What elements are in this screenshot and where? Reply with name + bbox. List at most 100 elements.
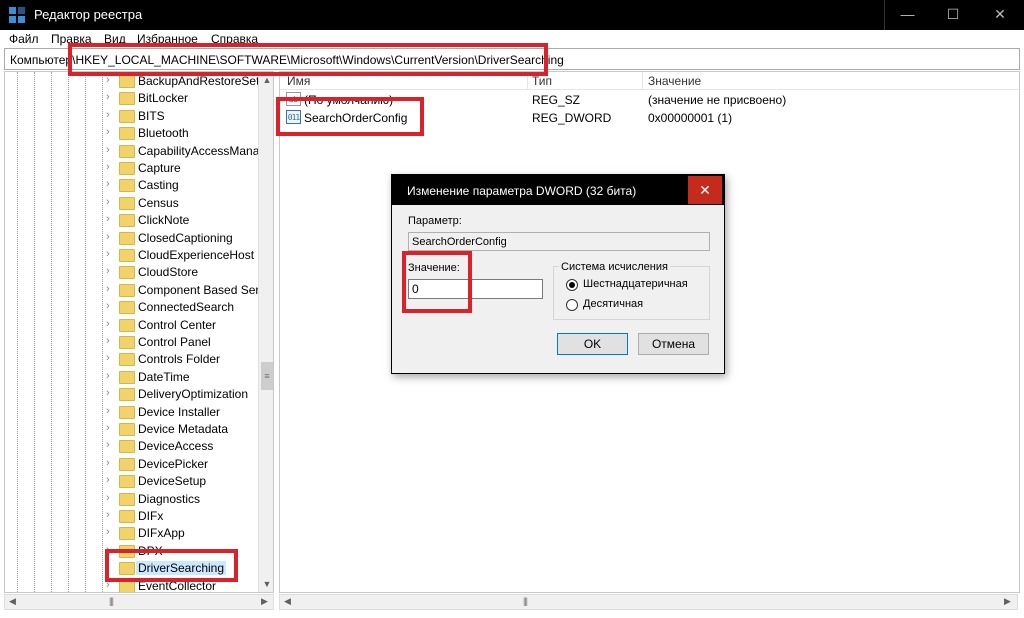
list-horizontal-scrollbar[interactable]: ◀ ||| ▶ (279, 594, 1018, 610)
maximize-button[interactable]: ☐ (930, 0, 976, 30)
tree-item[interactable]: › BitLocker (5, 90, 257, 107)
tree-horizontal-scrollbar[interactable]: ◀ ||| ▶ (4, 594, 274, 610)
tree-item[interactable]: › DateTime (5, 369, 257, 386)
tree-item[interactable]: › CloudStore (5, 264, 257, 281)
menu-edit[interactable]: Правка (51, 32, 92, 46)
tree-item[interactable]: › Control Panel (5, 334, 257, 351)
tree-item[interactable]: › BITS (5, 108, 257, 125)
address-path[interactable]: Компьютер\HKEY_LOCAL_MACHINE\SOFTWARE\Mi… (10, 53, 564, 67)
tree-item-label[interactable]: DriverSearching (136, 561, 227, 576)
radix-hex-label[interactable]: Шестнадцатеричная (583, 278, 688, 290)
chevron-right-icon[interactable]: › (106, 457, 110, 469)
column-name[interactable]: Имя (287, 74, 310, 88)
tree-item-label[interactable]: Control Panel (138, 335, 211, 349)
tree-item[interactable]: DriverSearching (5, 560, 257, 577)
tree-item-label[interactable]: Casting (138, 178, 179, 192)
tree-item[interactable]: › CloudExperienceHost (5, 247, 257, 264)
tree-item-label[interactable]: BitLocker (138, 91, 188, 105)
chevron-right-icon[interactable]: › (106, 335, 110, 347)
tree-item-label[interactable]: Capture (138, 161, 181, 175)
tree-item[interactable]: › Control Center (5, 317, 257, 334)
tree-item[interactable]: › DPX (5, 543, 257, 560)
chevron-right-icon[interactable]: › (106, 144, 110, 156)
tree-item[interactable]: › DevicePicker (5, 456, 257, 473)
tree-item-label[interactable]: CapabilityAccessManag (138, 144, 266, 158)
menu-view[interactable]: Вид (104, 32, 126, 46)
radix-dec-label[interactable]: Десятичная (583, 298, 643, 310)
tree-item[interactable]: › DIFx (5, 508, 257, 525)
tree-item-label[interactable]: DeliveryOptimization (138, 387, 248, 401)
radio-unchecked-icon[interactable] (566, 299, 578, 311)
tree-item-label[interactable]: DIFxApp (138, 526, 185, 540)
tree-item-label[interactable]: Component Based Serv (138, 283, 265, 297)
chevron-right-icon[interactable]: › (106, 318, 110, 330)
chevron-right-icon[interactable]: › (106, 196, 110, 208)
tree-item-label[interactable]: Control Center (138, 318, 216, 332)
tree-item-label[interactable]: Diagnostics (138, 492, 200, 506)
tree-item[interactable]: › EventCollector (5, 578, 257, 592)
chevron-right-icon[interactable]: › (106, 439, 110, 451)
tree-item-label[interactable]: DPX (138, 544, 163, 558)
chevron-right-icon[interactable]: › (106, 422, 110, 434)
chevron-right-icon[interactable]: › (106, 109, 110, 121)
tree-item[interactable]: › Casting (5, 177, 257, 194)
tree-item[interactable]: › Device Installer (5, 404, 257, 421)
chevron-right-icon[interactable]: › (106, 579, 110, 591)
tree-item-label[interactable]: Controls Folder (138, 352, 220, 366)
chevron-right-icon[interactable]: › (106, 370, 110, 382)
tree-item-label[interactable]: CloudStore (138, 265, 198, 279)
chevron-right-icon[interactable]: › (106, 405, 110, 417)
tree-item-label[interactable]: DevicePicker (138, 457, 208, 471)
scroll-grip-icon[interactable]: ||| (109, 596, 114, 606)
chevron-right-icon[interactable]: › (106, 91, 110, 103)
tree-item-label[interactable]: Census (138, 196, 179, 210)
tree-item[interactable]: › ClickNote (5, 212, 257, 229)
tree-vertical-scrollbar[interactable]: ▲ ≡ ▼ (258, 72, 273, 592)
scroll-up-icon[interactable]: ▲ (259, 72, 273, 88)
chevron-right-icon[interactable]: › (106, 248, 110, 260)
chevron-right-icon[interactable]: › (106, 474, 110, 486)
tree-item-label[interactable]: DeviceSetup (138, 474, 206, 488)
tree-item[interactable]: › CapabilityAccessManag (5, 143, 266, 160)
tree-item[interactable]: › DeviceAccess (5, 438, 257, 455)
ok-button[interactable]: OK (557, 333, 628, 355)
chevron-right-icon[interactable]: › (106, 387, 110, 399)
dialog-close-button[interactable]: ✕ (688, 176, 722, 204)
close-button[interactable]: ✕ (976, 0, 1024, 30)
tree-item[interactable]: › Component Based Serv (5, 282, 265, 299)
list-row[interactable]: ab (По умолчанию) REG_SZ (значение не пр… (280, 91, 1019, 109)
column-type[interactable]: Тип (532, 74, 552, 88)
chevron-right-icon[interactable]: › (106, 509, 110, 521)
tree-item[interactable]: › Bluetooth (5, 125, 257, 142)
scroll-left-icon[interactable]: ◀ (284, 596, 291, 607)
scroll-grip-icon[interactable]: ||| (523, 596, 528, 606)
chevron-right-icon[interactable]: › (106, 526, 110, 538)
chevron-right-icon[interactable]: › (106, 178, 110, 190)
menu-file[interactable]: Файл (9, 32, 39, 46)
chevron-right-icon[interactable]: › (106, 74, 110, 86)
menu-favorites[interactable]: Избранное (137, 32, 198, 46)
tree-item-label[interactable]: Device Metadata (138, 422, 228, 436)
column-value[interactable]: Значение (648, 74, 701, 88)
chevron-right-icon[interactable]: › (106, 126, 110, 138)
list-row[interactable]: 011 SearchOrderConfig REG_DWORD 0x000000… (280, 109, 1019, 127)
scroll-left-icon[interactable]: ◀ (9, 596, 16, 607)
tree-item-label[interactable]: DeviceAccess (138, 439, 213, 453)
chevron-right-icon[interactable]: › (106, 231, 110, 243)
tree-item[interactable]: › ConnectedSearch (5, 299, 257, 316)
chevron-right-icon[interactable]: › (106, 213, 110, 225)
cancel-button[interactable]: Отмена (638, 333, 709, 355)
tree-item-label[interactable]: Device Installer (138, 405, 220, 419)
chevron-right-icon[interactable]: › (106, 492, 110, 504)
chevron-right-icon[interactable]: › (106, 544, 110, 556)
tree-item[interactable]: › Census (5, 195, 257, 212)
tree-item-label[interactable]: EventCollector (138, 579, 216, 592)
tree-item-label[interactable]: ClosedCaptioning (138, 231, 233, 245)
key-tree[interactable]: › BackupAndRestoreSetti › BitLocker › BITS › Bl… (4, 71, 274, 593)
chevron-right-icon[interactable]: › (106, 283, 110, 295)
tree-item-label[interactable]: CloudExperienceHost (138, 248, 254, 262)
tree-item[interactable]: › Diagnostics (5, 491, 257, 508)
tree-item[interactable]: › DeviceSetup (5, 473, 257, 490)
chevron-right-icon[interactable]: › (106, 300, 110, 312)
tree-item[interactable]: › Device Metadata (5, 421, 257, 438)
